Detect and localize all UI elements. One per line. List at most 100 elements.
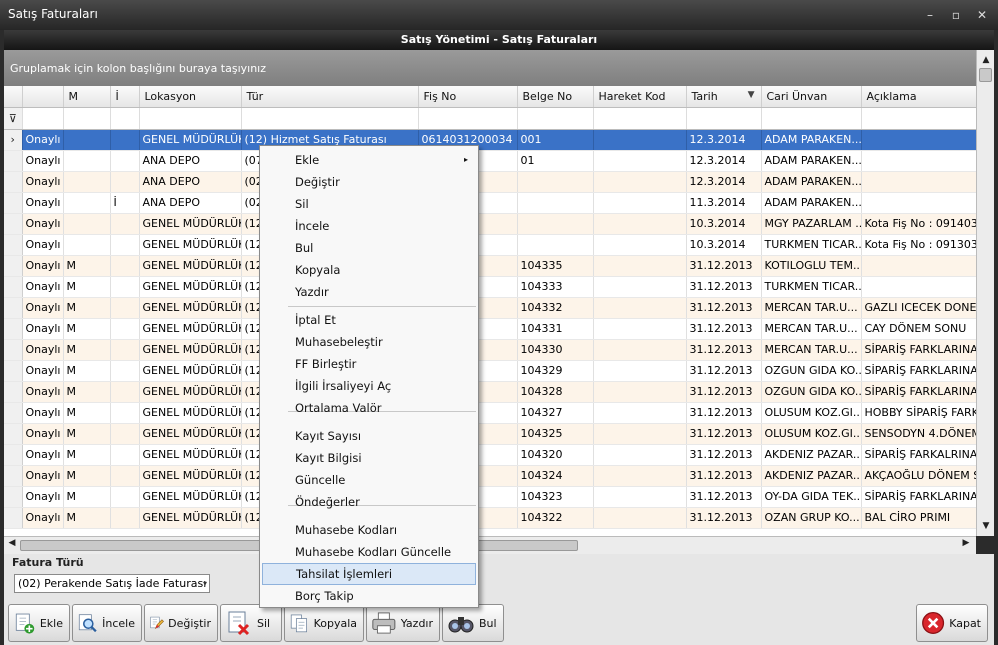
cari-unvan-cell[interactable]: OY-DA GIDA TEK... [761, 486, 862, 508]
tarih-cell[interactable]: 31.12.2013 [686, 255, 762, 277]
col-header-aciklama[interactable]: Açıklama [861, 86, 976, 108]
chevron-down-icon[interactable]: ▾ [203, 575, 207, 592]
context-menu-item[interactable]: Muhasebe Kodları [262, 519, 476, 541]
belge-no-cell[interactable]: 104327 [517, 402, 594, 424]
filter-cell[interactable] [418, 107, 518, 130]
col-header-m[interactable]: M [63, 86, 111, 108]
cari-unvan-cell[interactable]: TURKMEN TICAR... [761, 234, 862, 256]
i-cell[interactable] [110, 213, 140, 235]
aciklama-cell[interactable]: GAZLI ICECEK DONEM S [861, 297, 976, 319]
lokasyon-cell[interactable]: GENEL MÜDÜRLÜK [139, 213, 242, 235]
cari-unvan-cell[interactable]: OLUSUM KOZ.GI... [761, 423, 862, 445]
table-row[interactable]: OnaylıMGENEL MÜDÜRLÜK(1214710432531.12.2… [4, 423, 976, 445]
durum-cell[interactable]: Onaylı [22, 150, 64, 172]
i-cell[interactable] [110, 381, 140, 403]
m-cell[interactable]: M [63, 339, 111, 361]
close-icon[interactable]: ✕ [976, 8, 988, 22]
i-cell[interactable] [110, 402, 140, 424]
lokasyon-cell[interactable]: GENEL MÜDÜRLÜK [139, 276, 242, 298]
table-row[interactable]: OnaylıMGENEL MÜDÜRLÜK(1216110432831.12.2… [4, 381, 976, 403]
aciklama-cell[interactable]: SİPARİŞ FARKLARINA İ [861, 339, 976, 361]
m-cell[interactable]: M [63, 402, 111, 424]
filter-cell[interactable] [22, 107, 64, 130]
hareket-kod-cell[interactable] [593, 171, 687, 193]
table-row[interactable]: OnaylıMGENEL MÜDÜRLÜK(1217810432931.12.2… [4, 360, 976, 382]
tarih-cell[interactable]: 12.3.2014 [686, 171, 762, 193]
belge-no-cell[interactable]: 104333 [517, 276, 594, 298]
tarih-cell[interactable]: 31.12.2013 [686, 402, 762, 424]
cari-unvan-cell[interactable]: AKDENIZ PAZAR... [761, 465, 862, 487]
belge-no-cell[interactable] [517, 171, 594, 193]
lokasyon-cell[interactable]: GENEL MÜDÜRLÜK [139, 507, 242, 529]
i-cell[interactable] [110, 339, 140, 361]
col-header-cari-unvan[interactable]: Cari Ünvan [761, 86, 862, 108]
cari-unvan-cell[interactable]: ADAM PARAKEN... [761, 129, 862, 151]
tarih-cell[interactable]: 31.12.2013 [686, 465, 762, 487]
durum-cell[interactable]: Onaylı [22, 360, 64, 382]
table-row[interactable]: OnaylıGENEL MÜDÜRLÜK(1205410.3.2014TURKM… [4, 234, 976, 256]
row-indicator[interactable] [4, 234, 23, 256]
m-cell[interactable]: M [63, 486, 111, 508]
row-indicator[interactable] [4, 255, 23, 277]
cari-unvan-cell[interactable]: ADAM PARAKEN... [761, 192, 862, 214]
context-menu-item[interactable]: İncele [262, 215, 476, 237]
context-menu-item[interactable]: Muhasebeleştir [262, 331, 476, 353]
aciklama-cell[interactable]: BAL CİRO PRIMI [861, 507, 976, 529]
row-indicator[interactable] [4, 423, 23, 445]
col-header-i[interactable]: İ [110, 86, 140, 108]
durum-cell[interactable]: Onaylı [22, 297, 64, 319]
table-row[interactable]: OnaylıGENEL MÜDÜRLÜK(1208510.3.2014MGY P… [4, 213, 976, 235]
lokasyon-cell[interactable]: GENEL MÜDÜRLÜK [139, 255, 242, 277]
col-header-fis-no[interactable]: Fiş No [418, 86, 518, 108]
filter-cell[interactable] [761, 107, 862, 130]
i-cell[interactable] [110, 129, 140, 151]
m-cell[interactable] [63, 129, 111, 151]
scroll-right-icon[interactable]: ▶ [959, 538, 973, 548]
i-cell[interactable] [110, 297, 140, 319]
col-header-hareket-kod[interactable]: Hareket Kod [593, 86, 687, 108]
tarih-cell[interactable]: 31.12.2013 [686, 444, 762, 466]
vertical-scroll-thumb[interactable] [979, 68, 992, 82]
filter-cell[interactable] [241, 107, 419, 130]
lokasyon-cell[interactable]: ANA DEPO [139, 150, 242, 172]
cari-unvan-cell[interactable]: TURKMEN TICAR... [761, 276, 862, 298]
cari-unvan-cell[interactable]: MERCAN TAR.U... [761, 297, 862, 319]
fatura-turu-select[interactable]: (02) Perakende Satış İade Faturası ▾ [14, 574, 210, 593]
aciklama-cell[interactable]: SİPARİŞ FARKLARINA İ [861, 381, 976, 403]
row-indicator[interactable]: › [4, 129, 23, 151]
m-cell[interactable] [63, 150, 111, 172]
table-row[interactable]: OnaylıMGENEL MÜDÜRLÜK(1201410433331.12.2… [4, 276, 976, 298]
context-menu-item[interactable]: Sil [262, 193, 476, 215]
aciklama-cell[interactable] [861, 192, 976, 214]
tarih-cell[interactable]: 31.12.2013 [686, 339, 762, 361]
context-menu-item[interactable]: Öndeğerler [262, 491, 476, 513]
context-menu-item[interactable]: Güncelle [262, 469, 476, 491]
lokasyon-cell[interactable]: ANA DEPO [139, 171, 242, 193]
lokasyon-cell[interactable]: GENEL MÜDÜRLÜK [139, 402, 242, 424]
row-indicator[interactable] [4, 171, 23, 193]
table-row[interactable]: OnaylıMGENEL MÜDÜRLÜK(1211610432331.12.2… [4, 486, 976, 508]
durum-cell[interactable]: Onaylı [22, 465, 64, 487]
lokasyon-cell[interactable]: GENEL MÜDÜRLÜK [139, 129, 242, 151]
tarih-cell[interactable]: 31.12.2013 [686, 507, 762, 529]
table-row[interactable]: OnaylıMGENEL MÜDÜRLÜK(1221510433031.12.2… [4, 339, 976, 361]
aciklama-cell[interactable]: HOBBY SİPARİŞ FARKLA [861, 402, 976, 424]
filter-cell[interactable] [861, 107, 976, 130]
belge-no-cell[interactable]: 001 [517, 129, 594, 151]
cari-unvan-cell[interactable]: ADAM PARAKEN... [761, 171, 862, 193]
bul-button[interactable]: Bul [442, 604, 504, 642]
row-indicator[interactable] [4, 213, 23, 235]
i-cell[interactable] [110, 486, 140, 508]
context-menu-item[interactable]: FF Birleştir [262, 353, 476, 375]
table-row[interactable]: OnaylıANA DEPO(070270112.3.2014ADAM PARA… [4, 150, 976, 172]
incele-button[interactable]: İncele [72, 604, 142, 642]
aciklama-cell[interactable] [861, 150, 976, 172]
context-menu-item[interactable]: Muhasebe Kodları Güncelle [262, 541, 476, 563]
tarih-cell[interactable]: 10.3.2014 [686, 213, 762, 235]
col-header-tarih[interactable]: Tarih ▼ [686, 86, 762, 108]
context-menu-item[interactable]: Kopyala [262, 259, 476, 281]
durum-cell[interactable]: Onaylı [22, 234, 64, 256]
cari-unvan-cell[interactable]: AKDENIZ PAZAR... [761, 444, 862, 466]
cari-unvan-cell[interactable]: OZGUN GIDA KO... [761, 360, 862, 382]
context-menu-item[interactable]: Tahsilat İşlemleri [262, 563, 476, 585]
